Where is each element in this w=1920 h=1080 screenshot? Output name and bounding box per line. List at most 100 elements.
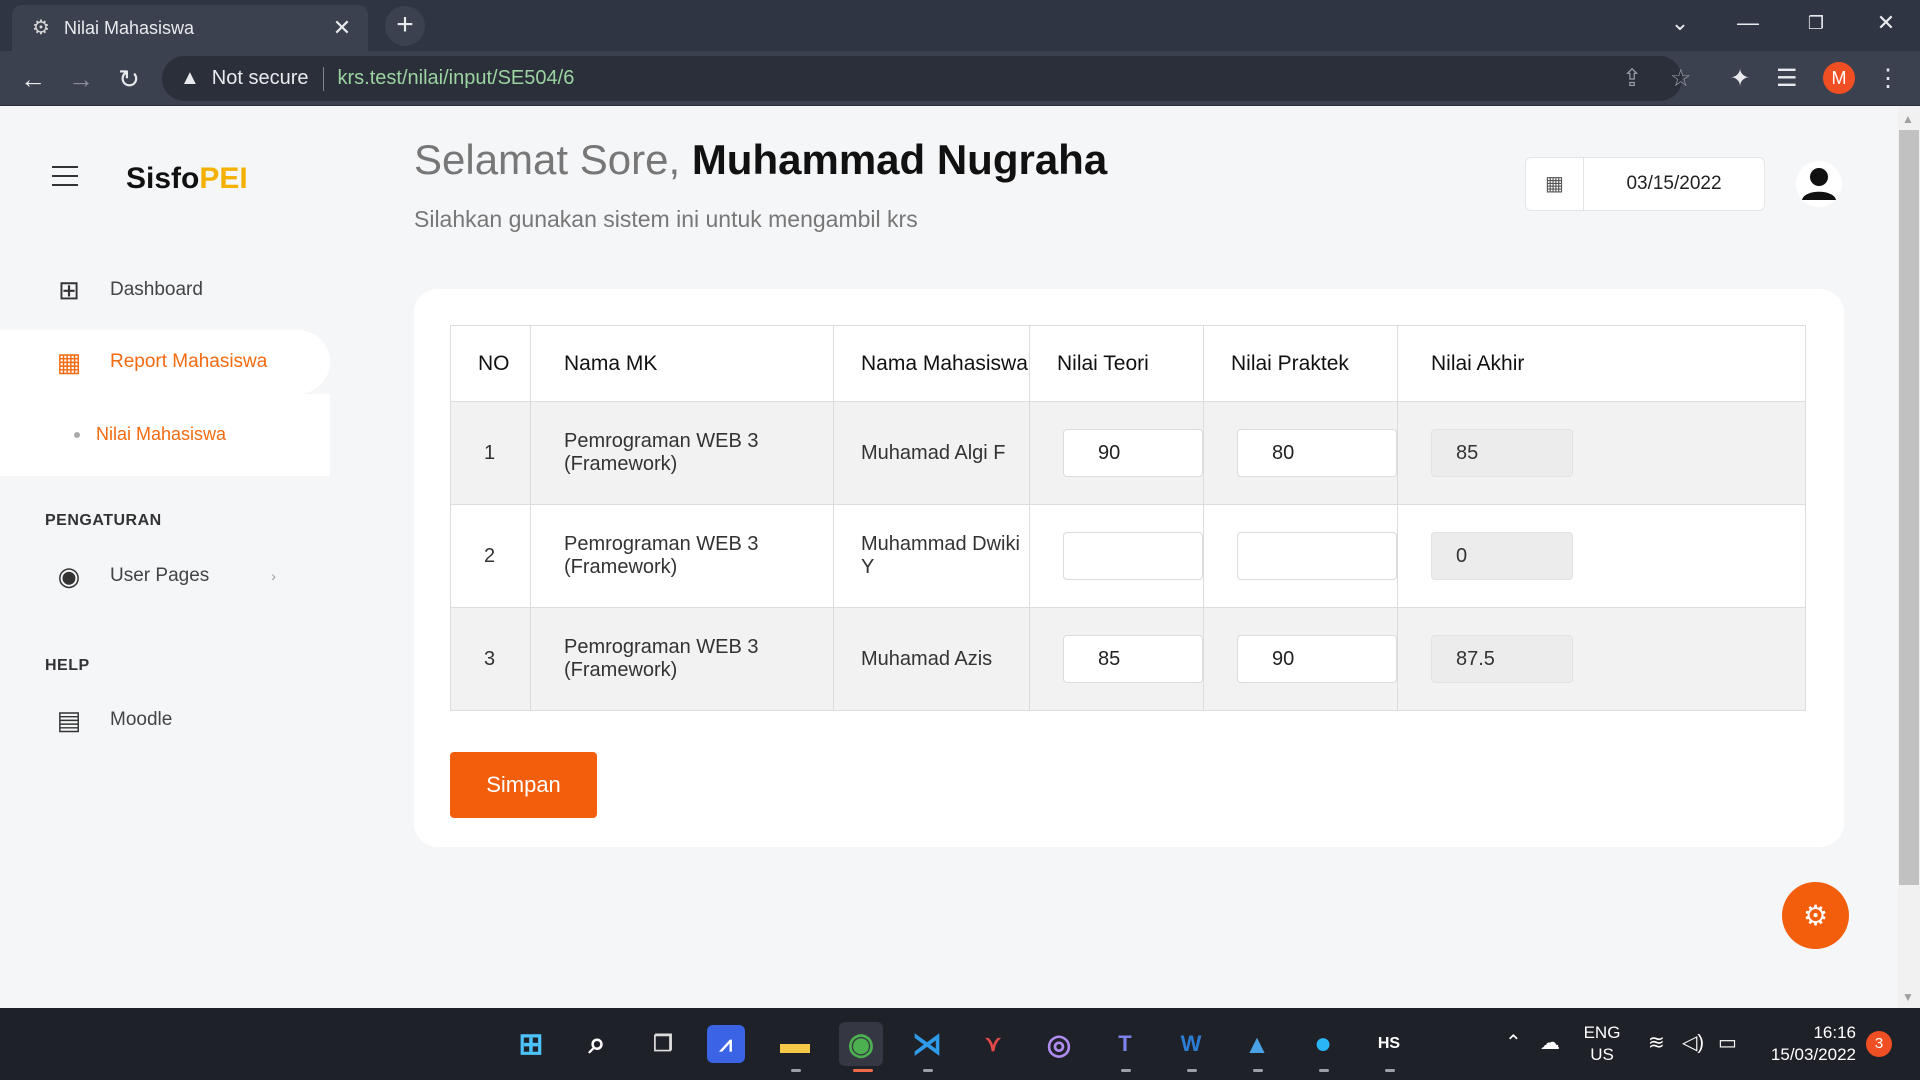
grades-card: NO Nama MK Nama Mahasiswa Nilai Teori Ni… — [414, 289, 1844, 847]
table-icon: ▦ — [56, 347, 82, 377]
close-window-icon[interactable]: ✕ — [1866, 6, 1906, 40]
page-title: Selamat Sore, Muhammad Nugraha — [414, 136, 1107, 184]
cell-no: 1 — [450, 401, 531, 505]
cell-teori — [1029, 504, 1204, 608]
nilai-praktek-input[interactable] — [1237, 532, 1397, 580]
sidebar-item-dashboard[interactable]: ⊞ Dashboard — [0, 258, 330, 322]
cell-no: 3 — [450, 607, 531, 711]
nilai-teori-input[interactable] — [1063, 532, 1203, 580]
system-clock[interactable]: 16:16 15/03/2022 — [1756, 1022, 1856, 1066]
menu-kebab-icon[interactable]: ⋮ — [1876, 64, 1900, 93]
date-picker[interactable]: ▦ 03/15/2022 — [1525, 157, 1765, 211]
running-indicator — [1319, 1069, 1329, 1072]
profile-avatar[interactable]: M — [1823, 62, 1855, 94]
brand-main-text: Sisfo — [126, 162, 200, 195]
language-code: ENG — [1583, 1023, 1621, 1042]
word-icon[interactable]: W — [1169, 1022, 1213, 1066]
running-indicator — [791, 1069, 801, 1072]
input-language[interactable]: ENG US — [1580, 1022, 1624, 1066]
sidebar-item-label: Report Mahasiswa — [110, 351, 268, 372]
date-value[interactable]: 03/15/2022 — [1584, 173, 1764, 195]
running-indicator — [923, 1069, 933, 1072]
tray-overflow-chevron-icon[interactable]: ⌃ — [1505, 1030, 1522, 1055]
grid-icon: ⊞ — [58, 275, 80, 305]
windows-start-icon[interactable]: ⊞ — [509, 1022, 553, 1066]
brand-logo[interactable]: SisfoPEI — [126, 162, 248, 196]
bullet-dot — [74, 431, 80, 438]
url-text[interactable]: krs.test/nilai/input/SE504/6 — [338, 67, 575, 90]
notification-badge[interactable]: 3 — [1866, 1031, 1892, 1057]
greeting-text: Selamat Sore, — [414, 136, 681, 183]
user-avatar[interactable] — [1795, 160, 1843, 208]
search-icon[interactable]: ⌕ — [575, 1022, 619, 1066]
browser-tab[interactable]: ⚙ Nilai Mahasiswa ✕ — [12, 5, 368, 51]
nilai-akhir-field — [1431, 635, 1573, 683]
cell-teori — [1029, 401, 1204, 505]
mendeley-icon[interactable]: ⋎ — [971, 1022, 1015, 1066]
scroll-up-icon[interactable]: ▲ — [1902, 112, 1914, 126]
nilai-praktek-input[interactable] — [1237, 635, 1397, 683]
volume-icon[interactable]: ◁) — [1682, 1030, 1704, 1055]
tab-search-icon[interactable]: ⌄ — [1660, 6, 1700, 40]
address-bar[interactable]: ▲ Not secure krs.test/nilai/input/SE504/… — [162, 56, 1692, 101]
nilai-teori-input[interactable] — [1063, 635, 1203, 683]
share-icon[interactable]: ⇪ — [1622, 64, 1642, 93]
sidebar-item-user-pages[interactable]: ◉ User Pages › — [0, 544, 330, 608]
nilai-teori-input[interactable] — [1063, 429, 1203, 477]
extensions-icon[interactable]: ✦ — [1730, 64, 1750, 93]
warning-icon: ▲ — [180, 67, 200, 89]
restore-icon[interactable]: ❐ — [1796, 6, 1836, 40]
sidebar-item-label: Moodle — [110, 709, 173, 730]
back-icon[interactable]: ← — [14, 60, 52, 98]
settings-gear-icon[interactable]: ⚙ — [1782, 882, 1849, 949]
sidebar-subitem-nilai-mahasiswa[interactable]: Nilai Mahasiswa — [74, 424, 226, 445]
os-taskbar: ⊞ ⌕ ❐ ⩘ ▬ ◉ ⋊ ⋎ ◎ T W ▲ ● HS — [0, 1008, 1920, 1080]
scroll-down-icon[interactable]: ▼ — [1902, 990, 1914, 1004]
save-button[interactable]: Simpan — [450, 752, 597, 818]
hamburger-menu-icon[interactable] — [52, 166, 78, 186]
column-header: Nilai Praktek — [1203, 325, 1398, 402]
clock-date: 15/03/2022 — [1770, 1045, 1856, 1064]
table-header-row: NO Nama MK Nama Mahasiswa Nilai Teori Ni… — [450, 325, 1806, 402]
github-icon[interactable]: ◎ — [1037, 1022, 1081, 1066]
chrome-icon[interactable]: ◉ — [839, 1022, 883, 1066]
battery-icon[interactable]: ▭ — [1718, 1030, 1737, 1055]
table-row: 2 Pemrograman WEB 3 (Framework) Muhammad… — [450, 504, 1806, 608]
browser-tab-strip: ⚙ Nilai Mahasiswa ✕ + ⌄ — ❐ ✕ — [0, 0, 1920, 51]
bookmark-star-icon[interactable]: ☆ — [1670, 64, 1692, 93]
forward-icon[interactable]: → — [62, 60, 100, 98]
teams-icon[interactable]: T — [1103, 1022, 1147, 1066]
sidebar-item-moodle[interactable]: ▤ Moodle — [0, 688, 330, 752]
sidebar-item-report-mahasiswa[interactable]: ▦ Report Mahasiswa — [0, 330, 330, 394]
table-row: 3 Pemrograman WEB 3 (Framework) Muhamad … — [450, 607, 1806, 711]
tab-close-icon[interactable]: ✕ — [330, 15, 354, 41]
security-label[interactable]: Not secure — [212, 67, 309, 90]
cell-teori — [1029, 607, 1204, 711]
nilai-praktek-input[interactable] — [1237, 429, 1397, 477]
column-header: NO — [450, 325, 531, 402]
file-explorer-icon[interactable]: ▬ — [773, 1022, 817, 1066]
column-header: Nilai Teori — [1029, 325, 1204, 402]
calendar-icon[interactable]: ▦ — [1526, 158, 1584, 210]
keyboard-layout: US — [1590, 1045, 1614, 1064]
site-favicon-icon: ⚙ — [32, 17, 50, 39]
document-icon: ▤ — [56, 705, 82, 735]
omnibox-divider — [322, 66, 324, 91]
scrollbar-thumb[interactable] — [1899, 130, 1919, 885]
cell-mk: Pemrograman WEB 3 (Framework) — [530, 607, 834, 711]
photos-icon[interactable]: ▲ — [1235, 1022, 1279, 1066]
cell-mahasiswa: Muhammad Dwiki Y — [833, 504, 1030, 608]
vscode-icon[interactable]: ⋊ — [905, 1022, 949, 1066]
app-launcher-icon[interactable]: ⩘ — [707, 1025, 745, 1063]
new-tab-button[interactable]: + — [385, 6, 425, 46]
media-queue-icon[interactable]: ☰ — [1776, 64, 1798, 93]
task-view-icon[interactable]: ❐ — [641, 1022, 685, 1066]
navicat-icon[interactable]: ● — [1301, 1022, 1345, 1066]
wifi-icon[interactable]: ≋ — [1648, 1030, 1665, 1055]
heidisql-icon[interactable]: HS — [1367, 1022, 1411, 1066]
reload-icon[interactable]: ↻ — [110, 60, 148, 98]
clock-time: 16:16 — [1813, 1023, 1856, 1042]
onedrive-cloud-icon[interactable]: ☁ — [1540, 1030, 1560, 1055]
user-circle-icon: ◉ — [57, 561, 81, 591]
minimize-icon[interactable]: — — [1728, 6, 1768, 40]
